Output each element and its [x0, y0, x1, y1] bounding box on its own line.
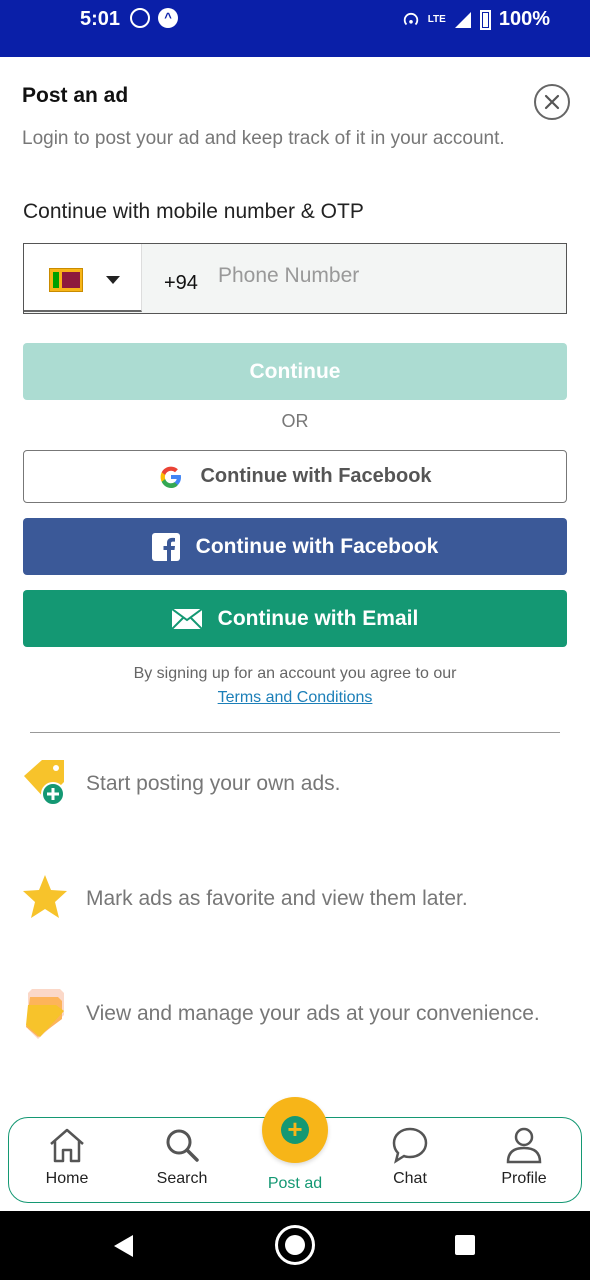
feature-text: Start posting your own ads. — [86, 772, 341, 795]
whatsapp-icon — [130, 8, 150, 28]
hotspot-icon — [403, 12, 418, 25]
signal-icon — [454, 11, 471, 28]
search-icon — [166, 1129, 199, 1162]
feature-item: Start posting your own ads. — [20, 756, 340, 813]
feature-text: Mark ads as favorite and view them later… — [86, 887, 468, 910]
home-circle-icon[interactable] — [275, 1225, 315, 1265]
chevron-down-icon — [106, 276, 120, 284]
google-icon — [158, 464, 184, 490]
post-ad-button[interactable]: + — [262, 1097, 328, 1163]
nav-label-home: Home — [45, 1170, 89, 1187]
facebook-icon — [151, 532, 180, 561]
lte-indicator: LTE — [427, 13, 446, 25]
facebook-button-label: Continue with Facebook — [195, 534, 439, 558]
feature-item: View and manage your ads at your conveni… — [20, 985, 540, 1044]
continue-button[interactable]: Continue — [23, 343, 567, 400]
phone-number-field: +94 — [23, 243, 567, 314]
agreement-text: By signing up for an account you agree t… — [133, 665, 457, 682]
continue-with-google-button[interactable]: Continue with Facebook — [23, 450, 567, 503]
nav-item-search[interactable]: Search — [137, 1126, 227, 1188]
status-bar: 5:01 ^ LTE 100% — [0, 0, 590, 57]
plus-icon: + — [281, 1116, 309, 1144]
phone-number-input[interactable] — [218, 258, 548, 294]
nav-label-chat: Chat — [393, 1170, 427, 1187]
back-icon[interactable] — [114, 1235, 133, 1257]
or-separator: OR — [281, 411, 309, 431]
sri-lanka-flag-icon — [49, 268, 83, 292]
battery-icon — [479, 9, 491, 30]
continue-button-label: Continue — [249, 359, 341, 383]
country-code-dropdown[interactable] — [24, 244, 142, 312]
profile-icon — [506, 1127, 542, 1164]
feature-item: Mark ads as favorite and view them later… — [20, 871, 468, 927]
nav-item-profile[interactable]: Profile — [479, 1126, 569, 1188]
nav-label-search: Search — [156, 1170, 208, 1187]
app-notification-icon: ^ — [158, 8, 178, 28]
nav-label-profile: Profile — [501, 1170, 547, 1187]
divider — [30, 732, 560, 733]
feature-text: View and manage your ads at your conveni… — [86, 1002, 540, 1025]
mobile-section-label: Continue with mobile number & OTP — [23, 200, 364, 223]
email-button-label: Continue with Email — [217, 606, 419, 630]
page-subtitle: Login to post your ad and keep track of … — [22, 128, 505, 149]
star-icon — [20, 872, 70, 927]
close-icon — [544, 94, 560, 110]
system-navigation-bar — [0, 1211, 590, 1280]
nav-label-post-ad: Post ad — [267, 1175, 323, 1192]
home-icon — [50, 1128, 84, 1163]
google-button-label: Continue with Facebook — [200, 465, 432, 487]
recent-apps-icon[interactable] — [455, 1235, 475, 1255]
status-system-icons: LTE 100% — [402, 8, 550, 31]
stack-icon — [20, 985, 70, 1044]
battery-percent: 100% — [498, 8, 550, 30]
status-notification-icons: ^ — [130, 8, 178, 28]
continue-with-facebook-button[interactable]: Continue with Facebook — [23, 518, 567, 575]
terms-link[interactable]: Terms and Conditions — [0, 689, 590, 707]
nav-item-chat[interactable]: Chat — [365, 1126, 455, 1188]
close-button[interactable] — [534, 84, 570, 120]
mail-icon — [171, 608, 202, 629]
dial-code: +94 — [164, 272, 198, 294]
continue-with-email-button[interactable]: Continue with Email — [23, 590, 567, 647]
chat-icon — [392, 1127, 428, 1164]
page-title: Post an ad — [22, 84, 129, 107]
tag-plus-icon — [20, 756, 70, 813]
status-time: 5:01 — [80, 8, 121, 30]
nav-item-home[interactable]: Home — [22, 1126, 112, 1188]
